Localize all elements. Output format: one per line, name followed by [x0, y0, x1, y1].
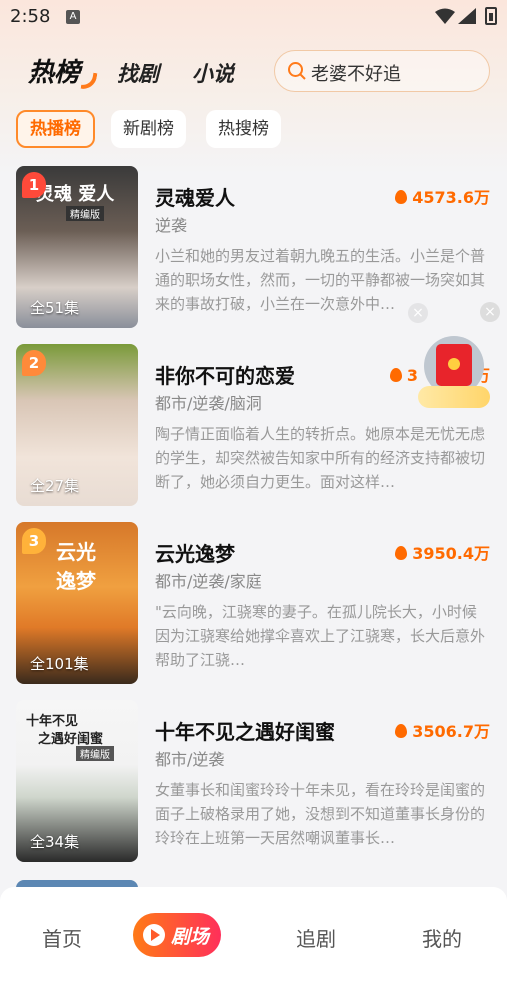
nav-following[interactable]: 追剧 [296, 923, 336, 952]
chip-hot-playing[interactable]: 热播榜 [16, 110, 95, 148]
drama-genre: 都市/逆袭/脑洞 [155, 394, 262, 413]
poster-title-line2: 之遇好闺蜜 [38, 732, 104, 747]
chip-hot-search[interactable]: 热搜榜 [206, 110, 281, 148]
heat-value: 3950.4万 [395, 540, 490, 564]
tab-novel[interactable]: 小说 [192, 58, 234, 88]
drama-title[interactable]: 云光逸梦 [155, 538, 235, 567]
close-icon[interactable]: × [408, 303, 428, 323]
heat-value: 4573.6万 [395, 184, 490, 208]
drama-genre: 都市/逆袭/家庭 [155, 572, 262, 591]
poster-title: 云光 逸梦 [56, 540, 96, 593]
search-placeholder: 老婆不好追 [311, 64, 401, 85]
flame-icon [395, 190, 408, 204]
episode-count: 全51集 [30, 299, 80, 317]
wifi-icon [435, 8, 455, 24]
drama-description: "云向晚，江骁寒的妻子。在孤儿院长大，小时候因为江骁寒给她撑伞喜欢上了江骁寒，长… [155, 603, 486, 669]
drama-description: 女董事长和闺蜜玲玲十年未见，看在玲玲是闺蜜的面子上破格录用了她，没想到不知道董事… [155, 781, 486, 847]
search-input[interactable]: 老婆不好追 [274, 50, 490, 92]
chip-new-drama[interactable]: 新剧榜 [111, 110, 186, 148]
episode-count: 全27集 [30, 477, 80, 495]
nav-theater[interactable]: 剧场 [133, 913, 221, 957]
signal-icon [458, 8, 476, 24]
battery-icon [485, 7, 497, 25]
drama-poster[interactable]: 2 全27集 [16, 344, 138, 506]
flame-icon [389, 368, 402, 382]
poster-subtitle: 精编版 [66, 206, 104, 221]
drama-genre: 逆袭 [155, 216, 188, 235]
poster-subtitle: 精编版 [76, 746, 114, 761]
drama-description: 陶子情正面临着人生的转折点。她原本是无忧无虑的学生，却突然被告知家中所有的经济支… [155, 425, 486, 491]
flame-icon [395, 724, 408, 738]
drama-title[interactable]: 灵魂爱人 [155, 182, 235, 211]
episode-count: 全34集 [30, 833, 80, 851]
list-item[interactable]: 灵魂 爱人 精编版 1 全51集 灵魂爱人 4573.6万 逆袭 小兰和她的男友… [0, 166, 507, 344]
drama-description: 小兰和她的男友过着朝九晚五的生活。小兰是个普通的职场女性，然而，一切的平静都被一… [155, 247, 486, 313]
sim-icon: A [66, 10, 80, 24]
drama-poster[interactable]: 十年不见 之遇好闺蜜 精编版 全34集 [16, 700, 138, 862]
status-bar: 2:58 A [0, 0, 507, 34]
poster-title: 灵魂 爱人 [36, 184, 115, 205]
drama-genre: 都市/逆袭 [155, 750, 225, 769]
drama-title[interactable]: 十年不见之遇好闺蜜 [155, 716, 335, 745]
nav-home[interactable]: 首页 [42, 923, 82, 952]
rank-badge: 1 [22, 172, 46, 198]
tab-find-drama[interactable]: 找剧 [117, 58, 159, 88]
search-icon [288, 62, 306, 80]
nav-theater-label: 剧场 [171, 926, 210, 948]
flame-icon [395, 546, 408, 560]
red-packet-widget[interactable] [418, 336, 490, 408]
episode-count: 全101集 [30, 655, 89, 673]
rank-badge: 2 [22, 350, 46, 376]
close-icon[interactable]: × [480, 302, 500, 322]
bottom-nav: 首页 剧场 追剧 我的 [0, 887, 507, 985]
list-item[interactable]: 云光 逸梦 3 全101集 云光逸梦 3950.4万 都市/逆袭/家庭 "云向晚… [0, 522, 507, 700]
drama-poster[interactable]: 云光 逸梦 3 全101集 [16, 522, 138, 684]
poster-title: 十年不见 [26, 714, 79, 729]
drama-title[interactable]: 非你不可的恋爱 [155, 360, 295, 389]
drama-poster[interactable]: 灵魂 爱人 精编版 1 全51集 [16, 166, 138, 328]
red-envelope-icon [436, 344, 472, 386]
red-packet-base [418, 386, 490, 408]
nav-profile[interactable]: 我的 [422, 923, 462, 952]
rank-badge: 3 [22, 528, 46, 554]
tab-hot-list[interactable]: 热榜 [28, 52, 80, 89]
heat-value: 3506.7万 [395, 718, 490, 742]
list-item[interactable]: 十年不见 之遇好闺蜜 精编版 全34集 十年不见之遇好闺蜜 3506.7万 都市… [0, 700, 507, 878]
status-time: 2:58 [10, 6, 51, 27]
play-icon [143, 924, 165, 946]
